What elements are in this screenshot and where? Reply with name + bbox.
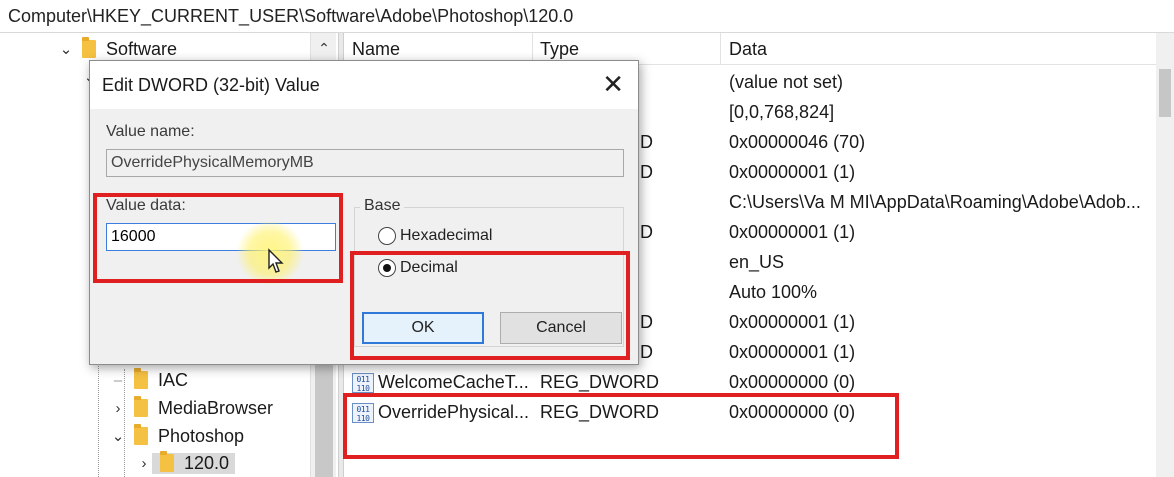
- cell-type: D: [640, 222, 653, 242]
- chevron-right-icon[interactable]: ›: [136, 455, 152, 472]
- cell-type: REG_DWORD: [540, 372, 660, 392]
- chevron-down-icon[interactable]: ⌄: [110, 427, 126, 445]
- tree-item-120[interactable]: › 120.0: [136, 449, 236, 477]
- folder-icon: [160, 451, 174, 472]
- column-header-data[interactable]: Data: [729, 39, 767, 60]
- selected-node[interactable]: 120.0: [152, 451, 236, 474]
- cell-data: 0x00000001 (1): [729, 342, 856, 362]
- cell-data: 0x00000046 (70): [729, 132, 866, 152]
- scroll-up-icon[interactable]: ⌃: [311, 33, 337, 63]
- chevron-right-icon[interactable]: ›: [110, 400, 126, 417]
- cell-data: Auto 100%: [729, 282, 818, 302]
- chevron-down-icon[interactable]: ⌄: [58, 40, 74, 58]
- radio-hexadecimal[interactable]: Hexadecimal: [378, 227, 492, 245]
- column-divider[interactable]: [720, 33, 721, 65]
- close-icon[interactable]: ✕: [602, 69, 624, 100]
- cell-data: 0x00000000 (0): [729, 372, 856, 392]
- cell-data: 0x00000001 (1): [729, 312, 856, 332]
- radio-button-icon[interactable]: [378, 227, 396, 245]
- cell-data: [0,0,768,824]: [729, 102, 835, 122]
- tree-item-label: Photoshop: [158, 425, 245, 446]
- highlight-box-base-ok: [350, 251, 630, 360]
- scroll-thumb[interactable]: [1159, 69, 1171, 117]
- tree-item-mediabrowser[interactable]: › MediaBrowser: [110, 394, 273, 422]
- dialog-titlebar[interactable]: Edit DWORD (32-bit) Value ✕: [90, 61, 638, 109]
- folder-icon: [134, 368, 148, 389]
- tree-connector-icon: –: [113, 371, 123, 389]
- cell-data: en_US: [729, 252, 785, 272]
- value-name-field: OverridePhysicalMemoryMB: [106, 149, 624, 177]
- tree-item-label: MediaBrowser: [158, 397, 274, 418]
- cell-type: D: [640, 342, 653, 362]
- cell-type: D: [640, 162, 653, 182]
- tree-item-photoshop[interactable]: ⌄ Photoshop: [110, 422, 244, 450]
- radio-label: Hexadecimal: [400, 227, 493, 244]
- column-header-type[interactable]: Type: [540, 39, 579, 60]
- column-header-name[interactable]: Name: [352, 39, 400, 60]
- tree-item-label: Software: [106, 38, 178, 59]
- cell-data: (value not set): [729, 72, 844, 92]
- tree-item-software[interactable]: ⌄ Software: [58, 35, 177, 63]
- value-name-label: Value name:: [106, 123, 195, 140]
- folder-icon: [82, 37, 96, 58]
- cell-data: C:\Users\Va M MI\AppData\Roaming\Adobe\A…: [729, 192, 1141, 212]
- base-label: Base: [360, 197, 405, 215]
- folder-icon: [134, 424, 148, 445]
- cell-name: WelcomeCacheT...: [378, 372, 529, 392]
- cell-data: 0x00000001 (1): [729, 222, 856, 242]
- tree-item-label: IAC: [158, 369, 189, 390]
- highlight-box-override-row: [343, 393, 899, 459]
- list-scrollbar[interactable]: [1156, 33, 1174, 477]
- highlight-box-value-data: [93, 193, 343, 283]
- tree-item-label: 120.0: [184, 452, 230, 473]
- tree-item-iac[interactable]: – IAC: [110, 366, 188, 394]
- dialog-title: Edit DWORD (32-bit) Value: [102, 75, 320, 95]
- cell-type: D: [640, 312, 653, 332]
- address-bar[interactable]: Computer\HKEY_CURRENT_USER\Software\Adob…: [0, 0, 1174, 33]
- cell-data: 0x00000001 (1): [729, 162, 856, 182]
- folder-icon: [134, 396, 148, 417]
- dword-icon: 011 110: [352, 373, 374, 393]
- cell-type: D: [640, 132, 653, 152]
